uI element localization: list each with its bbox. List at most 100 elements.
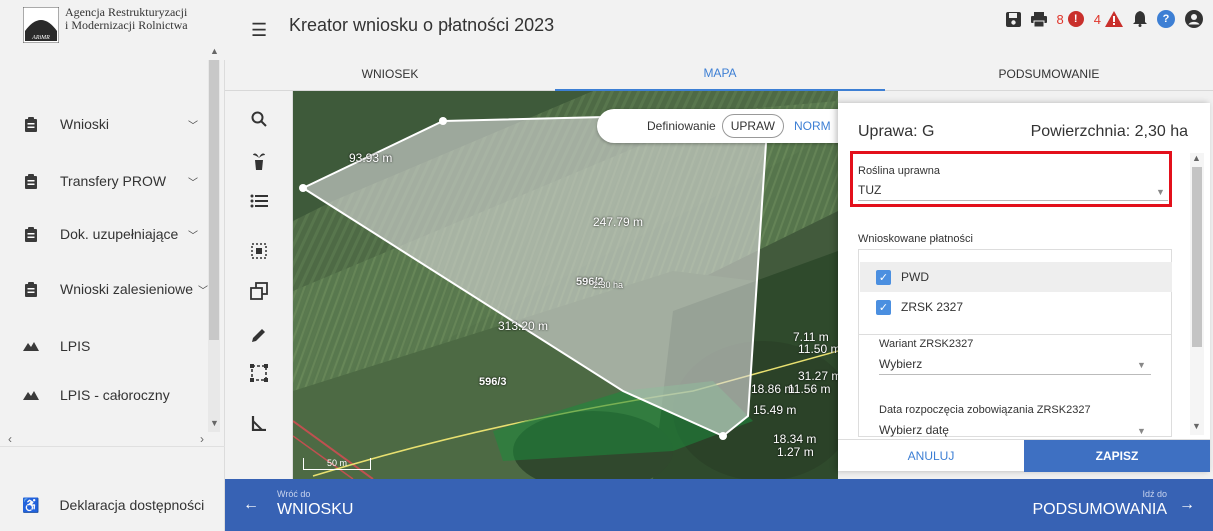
highlight-box: [850, 151, 1172, 207]
chevron-down-icon: ﹀: [188, 120, 198, 132]
search-icon[interactable]: [247, 107, 271, 131]
payment-option-zrsk[interactable]: ✓ ZRSK 2327: [860, 292, 1172, 322]
logo-line-2: i Modernizacji Rolnictwa: [65, 18, 188, 32]
sidebar-item-transfery-prow[interactable]: Transfery PROW ﹀: [0, 161, 208, 201]
back-hint: Wróć do: [277, 489, 311, 499]
list-icon[interactable]: [247, 189, 271, 213]
chevron-down-icon: ﹀: [188, 230, 198, 242]
sidebar-item-lpis[interactable]: LPIS: [0, 326, 208, 366]
page-title: Kreator wniosku o płatności 2023: [289, 15, 555, 35]
chevron-down-icon: ﹀: [198, 285, 208, 297]
tab-mapa[interactable]: MAPA: [555, 57, 885, 91]
variant-label: Wariant ZRSK2327: [879, 338, 974, 350]
sidebar-horizontal-scrollbar[interactable]: ‹ ›: [0, 432, 220, 446]
error-count: 8: [1056, 11, 1064, 27]
bottom-navigation: ← Wróć do WNIOSKU Idź do PODSUMOWANIA →: [225, 479, 1213, 531]
sidebar-scrollbar[interactable]: ▲ ▼: [208, 46, 220, 432]
mountain-icon: [22, 341, 40, 351]
map-label-11-50: 11.50 m: [798, 342, 838, 356]
accessibility-declaration-link[interactable]: ♿ Deklaracja dostępności: [0, 479, 225, 531]
sidebar-item-label: Dok. uzupełniające: [60, 226, 179, 242]
accessibility-icon: ♿: [22, 496, 40, 513]
sidebar-item-lpis-caloroczny[interactable]: LPIS - całoroczny: [0, 375, 208, 415]
warning-count: 4: [1093, 11, 1101, 27]
map-scale: 50 m: [303, 458, 371, 470]
go-to-summary-button[interactable]: Idź do PODSUMOWANIA →: [995, 479, 1195, 531]
warning-indicator[interactable]: 4: [1094, 11, 1123, 27]
checkbox-checked-icon[interactable]: ✓: [876, 299, 891, 315]
crop-select-underline: [858, 200, 1168, 201]
plant-icon[interactable]: [247, 149, 271, 173]
scroll-right-arrow-icon[interactable]: ›: [200, 432, 204, 446]
tab-podsumowanie[interactable]: PODSUMOWANIE: [885, 57, 1213, 91]
user-account-icon[interactable]: [1185, 10, 1203, 28]
hamburger-menu-icon[interactable]: ☰: [251, 20, 267, 41]
scroll-up-arrow-icon[interactable]: ▲: [1192, 153, 1201, 163]
sidebar-item-dok-uzupelniajace[interactable]: Dok. uzupełniające ﹀: [0, 214, 208, 254]
sidebar-item-label: LPIS - całoroczny: [60, 387, 170, 403]
crop-select[interactable]: TUZ: [858, 183, 881, 197]
sidebar-item-label: LPIS: [60, 338, 91, 354]
start-date-label: Data rozpoczęcia zobowiązania ZRSK2327: [879, 404, 1091, 416]
scroll-left-arrow-icon[interactable]: ‹: [8, 432, 12, 446]
back-target: WNIOSKU: [277, 501, 354, 518]
map-label-247: 247.79 m: [593, 215, 644, 229]
mountain-icon: [22, 390, 40, 400]
scroll-down-arrow-icon[interactable]: ▼: [210, 418, 219, 428]
warning-icon: [1105, 11, 1123, 27]
copy-geometry-icon[interactable]: [247, 279, 271, 303]
sidebar-item-wnioski[interactable]: Wnioski ﹀: [0, 104, 208, 144]
clipboard-icon: [22, 173, 40, 189]
help-icon[interactable]: ?: [1157, 10, 1175, 28]
logo: ARiMR Agencja Restrukturyzacji i Moderni…: [0, 0, 225, 60]
logo-mark-text: ARiMR: [31, 35, 50, 41]
dropdown-arrow-icon[interactable]: ▼: [1137, 426, 1146, 436]
map-label-area: 2.30 ha: [593, 280, 624, 290]
payment-option-pwd[interactable]: ✓ PWD: [860, 262, 1172, 292]
mode-crops-button[interactable]: UPRAW: [721, 114, 784, 138]
sidebar: ARiMR Agencja Restrukturyzacji i Moderni…: [0, 0, 225, 531]
save-button[interactable]: ZAPISZ: [1024, 440, 1210, 472]
map-label-15: 15.49 m: [753, 403, 797, 417]
arimr-logo-icon: ARiMR: [23, 7, 59, 43]
definition-mode-label: Definiowanie: [647, 119, 716, 133]
payments-label: Wnioskowane płatności: [858, 233, 973, 245]
dropdown-arrow-icon[interactable]: ▼: [1137, 360, 1146, 370]
error-indicator[interactable]: 8 !: [1057, 11, 1084, 27]
error-icon: !: [1067, 11, 1084, 27]
crop-title: Uprawa: G: [858, 123, 935, 140]
map-canvas[interactable]: [293, 91, 838, 479]
scroll-down-arrow-icon[interactable]: ▼: [1192, 421, 1201, 431]
sidebar-scroll-thumb[interactable]: [209, 60, 219, 340]
crop-details-panel: Uprawa: G Powierzchnia: 2,30 ha Roślina …: [838, 103, 1210, 472]
map-view[interactable]: 93.93 m 247.79 m 313.20 m 596/2 2.30 ha …: [293, 91, 838, 479]
clipboard-icon: [22, 226, 40, 242]
print-icon[interactable]: [1030, 11, 1047, 27]
panel-scroll-thumb[interactable]: [1192, 167, 1202, 347]
measure-angle-icon[interactable]: [247, 411, 271, 435]
top-bar: ☰ Kreator wniosku o płatności 2023 8 ! 4…: [225, 0, 1213, 57]
logo-text: Agencja Restrukturyzacji i Modernizacji …: [65, 6, 188, 32]
pencil-icon[interactable]: [247, 323, 271, 347]
sidebar-item-wnioski-zalesieniowe[interactable]: Wnioski zalesieniowe ﹀: [0, 269, 208, 309]
mode-norms-button[interactable]: NORM: [794, 119, 831, 133]
payment-name: PWD: [901, 270, 929, 284]
bell-icon[interactable]: [1133, 11, 1147, 27]
panel-scrollbar[interactable]: ▲ ▼: [1190, 153, 1204, 435]
payment-name: ZRSK 2327: [901, 300, 964, 314]
start-date-select[interactable]: Wybierz datę: [879, 423, 949, 437]
map-tools: [225, 91, 293, 479]
rectangle-draw-icon[interactable]: [247, 361, 271, 385]
tab-wniosek[interactable]: WNIOSEK: [225, 57, 555, 91]
sidebar-divider: [0, 446, 225, 447]
select-area-icon[interactable]: [247, 239, 271, 263]
dropdown-arrow-icon[interactable]: ▼: [1156, 187, 1165, 197]
variant-select[interactable]: Wybierz: [879, 357, 922, 371]
checkbox-checked-icon[interactable]: ✓: [876, 269, 891, 285]
save-icon[interactable]: [1005, 11, 1021, 27]
toolbar-icons: 8 ! 4 ?: [1005, 10, 1203, 28]
scroll-up-arrow-icon[interactable]: ▲: [210, 46, 219, 56]
cancel-button[interactable]: ANULUJ: [838, 440, 1024, 472]
map-label-18-34: 18.34 m: [773, 432, 817, 446]
back-to-application-button[interactable]: ← Wróć do WNIOSKU: [243, 479, 353, 531]
